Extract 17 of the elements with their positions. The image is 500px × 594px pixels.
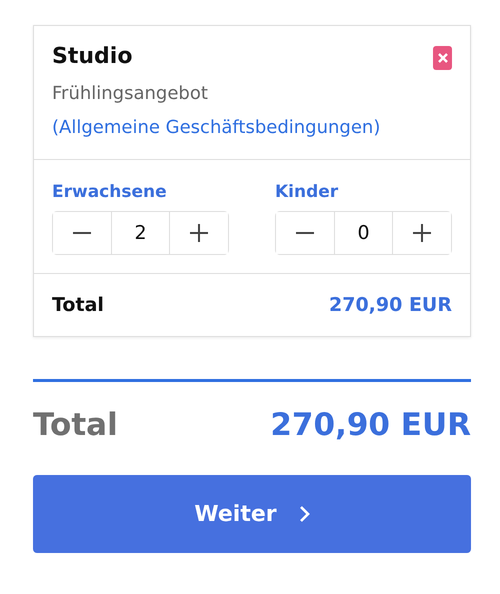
summary-total-label: Total [33,407,118,443]
counter-label: Kinder [275,182,340,202]
offer-title: Studio [52,44,134,69]
remove-button[interactable] [433,46,452,70]
close-icon [438,53,448,63]
plus-icon [413,224,432,242]
offer-description: Frühlingsangebot (Allgemeine Geschäftsbedingungen) [52,82,382,140]
continue-button[interactable]: Weiter [33,475,471,553]
minus-icon [72,232,91,234]
terms-link[interactable]: (Allgemeine Geschäftsbedingungen) [52,117,380,138]
counter-label: Erwachsene [52,182,168,202]
summary-total-amount: 270,90 EUR [270,407,471,443]
chevron-right-icon [298,505,310,523]
minus-icon [296,232,314,234]
plus-icon [190,224,208,242]
total-label: Total [52,294,104,316]
total-amount: 270,90 EUR [329,294,452,316]
